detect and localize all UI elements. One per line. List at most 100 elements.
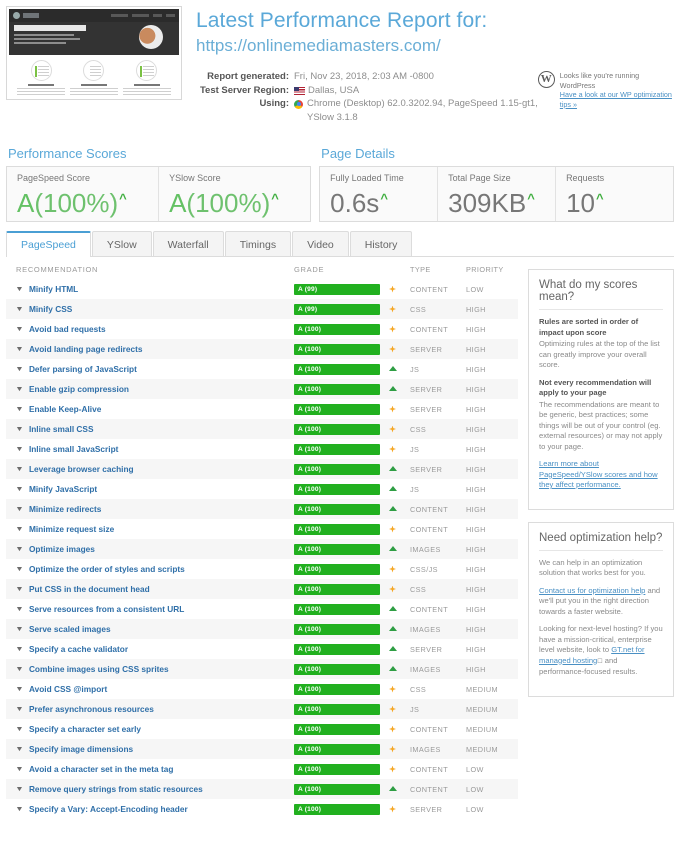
wordpress-tips-link[interactable]: Have a look at our WP optimization tips … (560, 90, 672, 109)
table-row[interactable]: ▼ Optimize the order of styles and script… (6, 559, 518, 579)
chevron-down-icon[interactable]: ▼ (15, 766, 24, 773)
recommendation-cell[interactable]: ▼ Inline small CSS (6, 424, 294, 434)
table-row[interactable]: ▼ Enable Keep-Alive A (100) SERVER HIGH (6, 399, 518, 419)
table-row[interactable]: ▼ Avoid bad requests A (100) CONTENT HIGH (6, 319, 518, 339)
recommendation-cell[interactable]: ▼ Serve scaled images (6, 624, 294, 634)
table-row[interactable]: ▼ Specify a cache validator A (100) SERVER H… (6, 639, 518, 659)
recommendation-cell[interactable]: ▼ Minimize request size (6, 524, 294, 534)
grade-label: A (100) (298, 485, 322, 493)
table-row[interactable]: ▼ Combine images using CSS sprites A (100)… (6, 659, 518, 679)
table-row[interactable]: ▼ Avoid a character set in the meta tag A … (6, 759, 518, 779)
table-row[interactable]: ▼ Avoid CSS @import A (100) CSS MEDIUM (6, 679, 518, 699)
chevron-down-icon[interactable]: ▼ (15, 326, 24, 333)
recommendation-cell[interactable]: ▼ Specify image dimensions (6, 744, 294, 754)
table-row[interactable]: ▼ Avoid landing page redirects A (100) SERV… (6, 339, 518, 359)
wordpress-notice[interactable]: W Looks like you're running WordPress Ha… (537, 70, 680, 124)
recommendation-cell[interactable]: ▼ Serve resources from a consistent URL (6, 604, 294, 614)
table-row[interactable]: ▼ Enable gzip compression A (100) SERVER HIG… (6, 379, 518, 399)
recommendation-cell[interactable]: ▼ Avoid bad requests (6, 324, 294, 334)
recommendation-cell[interactable]: ▼ Leverage browser caching (6, 464, 294, 474)
chevron-down-icon[interactable]: ▼ (15, 306, 24, 313)
table-row[interactable]: ▼ Defer parsing of JavaScript A (100) JS HIG… (6, 359, 518, 379)
tab-history[interactable]: History (349, 231, 413, 257)
chevron-down-icon[interactable]: ▼ (15, 466, 24, 473)
recommendation-cell[interactable]: ▼ Avoid landing page redirects (6, 344, 294, 354)
recommendation-cell[interactable]: ▼ Optimize images (6, 544, 294, 554)
requests-cell[interactable]: Requests 10^ (556, 167, 673, 221)
table-row[interactable]: ▼ Minimize redirects A (100) CONTENT HIGH (6, 499, 518, 519)
chevron-down-icon[interactable]: ▼ (15, 486, 24, 493)
table-row[interactable]: ▼ Prefer asynchronous resources A (100) JS M… (6, 699, 518, 719)
recommendation-cell[interactable]: ▼ Specify a cache validator (6, 644, 294, 654)
pagespeed-score-cell[interactable]: PageSpeed Score A(100%)^ (7, 167, 160, 221)
table-row[interactable]: ▼ Minify CSS A (99) CSS HIGH (6, 299, 518, 319)
tab-video[interactable]: Video (292, 231, 349, 257)
recommendation-cell[interactable]: ▼ Minify HTML (6, 284, 294, 294)
table-row[interactable]: ▼ Remove query strings from static resour… (6, 779, 518, 799)
chevron-down-icon[interactable]: ▼ (15, 286, 24, 293)
recommendation-cell[interactable]: ▼ Enable gzip compression (6, 384, 294, 394)
table-row[interactable]: ▼ Serve resources from a consistent URL A … (6, 599, 518, 619)
recommendation-cell[interactable]: ▼ Remove query strings from static resour… (6, 784, 294, 794)
chevron-down-icon[interactable]: ▼ (15, 806, 24, 813)
table-row[interactable]: ▼ Inline small CSS A (100) CSS HIGH (6, 419, 518, 439)
recommendation-cell[interactable]: ▼ Defer parsing of JavaScript (6, 364, 294, 374)
tab-waterfall[interactable]: Waterfall (152, 231, 224, 257)
recommendation-cell[interactable]: ▼ Avoid a character set in the meta tag (6, 764, 294, 774)
chevron-down-icon[interactable]: ▼ (15, 786, 24, 793)
table-row[interactable]: ▼ Put CSS in the document head A (100) CSS H… (6, 579, 518, 599)
recommendation-cell[interactable]: ▼ Put CSS in the document head (6, 584, 294, 594)
table-row[interactable]: ▼ Inline small JavaScript A (100) JS HIGH (6, 439, 518, 459)
recommendation-cell[interactable]: ▼ Inline small JavaScript (6, 444, 294, 454)
chevron-down-icon[interactable]: ▼ (15, 586, 24, 593)
chevron-down-icon[interactable]: ▼ (15, 346, 24, 353)
recommendation-cell[interactable]: ▼ Minify CSS (6, 304, 294, 314)
recommendation-cell[interactable]: ▼ Prefer asynchronous resources (6, 704, 294, 714)
chevron-down-icon[interactable]: ▼ (15, 626, 24, 633)
chevron-down-icon[interactable]: ▼ (15, 566, 24, 573)
chevron-down-icon[interactable]: ▼ (15, 666, 24, 673)
contact-us-link[interactable]: Contact us for optimization help (539, 586, 645, 595)
recommendation-cell[interactable]: ▼ Minimize redirects (6, 504, 294, 514)
recommendation-cell[interactable]: ▼ Specify a character set early (6, 724, 294, 734)
table-row[interactable]: ▼ Optimize images A (100) IMAGES HIGH (6, 539, 518, 559)
report-url[interactable]: https://onlinemediamasters.com/ (196, 35, 680, 57)
tab-timings[interactable]: Timings (224, 231, 292, 257)
fully-loaded-time-cell[interactable]: Fully Loaded Time 0.6s^ (320, 167, 439, 221)
chevron-down-icon[interactable]: ▼ (15, 406, 24, 413)
recommendation-cell[interactable]: ▼ Optimize the order of styles and script… (6, 564, 294, 574)
yslow-score-cell[interactable]: YSlow Score A(100%)^ (159, 167, 310, 221)
recommendation-cell[interactable]: ▼ Enable Keep-Alive (6, 404, 294, 414)
table-row[interactable]: ▼ Specify a Vary: Accept-Encoding header A… (6, 799, 518, 819)
recommendation-cell[interactable]: ▼ Minify JavaScript (6, 484, 294, 494)
chevron-down-icon[interactable]: ▼ (15, 526, 24, 533)
chevron-down-icon[interactable]: ▼ (15, 646, 24, 653)
chevron-down-icon[interactable]: ▼ (15, 446, 24, 453)
chevron-down-icon[interactable]: ▼ (15, 726, 24, 733)
total-page-size-cell[interactable]: Total Page Size 309KB^ (438, 167, 557, 221)
chevron-down-icon[interactable]: ▼ (15, 426, 24, 433)
table-row[interactable]: ▼ Specify a character set early A (100) CON… (6, 719, 518, 739)
learn-more-link[interactable]: Learn more about PageSpeed/YSlow scores … (539, 459, 658, 489)
website-thumbnail[interactable] (6, 6, 182, 100)
chevron-down-icon[interactable]: ▼ (15, 366, 24, 373)
meta-table: Report generated: Fri, Nov 23, 2018, 2:0… (196, 70, 538, 124)
tab-yslow[interactable]: YSlow (91, 231, 152, 257)
chevron-down-icon[interactable]: ▼ (15, 546, 24, 553)
chevron-down-icon[interactable]: ▼ (15, 686, 24, 693)
recommendation-cell[interactable]: ▼ Combine images using CSS sprites (6, 664, 294, 674)
table-row[interactable]: ▼ Minimize request size A (100) CONTENT HIGH (6, 519, 518, 539)
recommendation-cell[interactable]: ▼ Specify a Vary: Accept-Encoding header (6, 804, 294, 814)
chevron-down-icon[interactable]: ▼ (15, 606, 24, 613)
chevron-down-icon[interactable]: ▼ (15, 506, 24, 513)
table-row[interactable]: ▼ Minify JavaScript A (100) JS HIGH (6, 479, 518, 499)
recommendation-cell[interactable]: ▼ Avoid CSS @import (6, 684, 294, 694)
chevron-down-icon[interactable]: ▼ (15, 386, 24, 393)
table-row[interactable]: ▼ Leverage browser caching A (100) SERVER HI… (6, 459, 518, 479)
tab-pagespeed[interactable]: PageSpeed (6, 231, 91, 257)
table-row[interactable]: ▼ Minify HTML A (99) CONTENT LOW (6, 279, 518, 299)
table-row[interactable]: ▼ Specify image dimensions A (100) IMAGES ME… (6, 739, 518, 759)
chevron-down-icon[interactable]: ▼ (15, 706, 24, 713)
table-row[interactable]: ▼ Serve scaled images A (100) IMAGES HIGH (6, 619, 518, 639)
chevron-down-icon[interactable]: ▼ (15, 746, 24, 753)
